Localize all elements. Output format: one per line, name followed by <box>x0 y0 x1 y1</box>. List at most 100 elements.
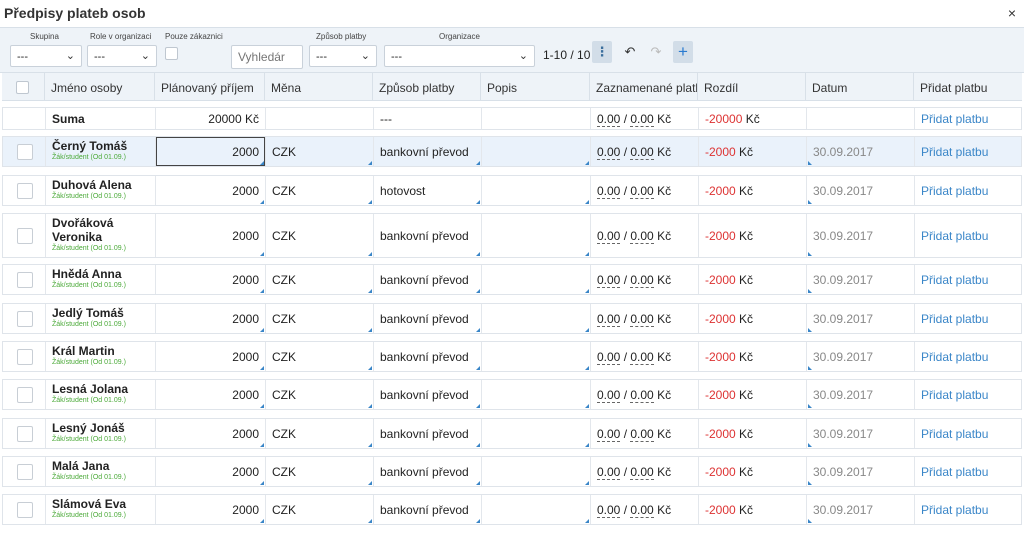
table-row[interactable]: Dvořáková Veronika Žák/student (Od 01.09… <box>2 213 1022 258</box>
recorded-a[interactable]: 0.00 <box>597 349 621 365</box>
row-method-cell[interactable]: bankovní převod <box>373 137 481 166</box>
add-payment-link[interactable]: Přidat platbu <box>921 503 988 517</box>
row-date-cell[interactable]: 30.09.2017 <box>806 495 914 524</box>
zpusob-select[interactable]: --- ⌄ <box>309 45 377 67</box>
recorded-a[interactable]: 0.00 <box>597 464 621 480</box>
row-method-cell[interactable]: bankovní převod <box>373 380 481 409</box>
add-payment-link[interactable]: Přidat platbu <box>921 229 988 243</box>
col-zaznamenane[interactable]: Zaznamenané platb <box>589 73 697 101</box>
row-checkbox[interactable] <box>17 386 33 403</box>
row-date-cell[interactable]: 30.09.2017 <box>806 457 914 486</box>
row-planned-cell[interactable]: 2000 <box>155 137 265 166</box>
recorded-b[interactable]: 0.00 <box>630 502 654 518</box>
row-method-cell[interactable]: bankovní převod <box>373 304 481 333</box>
row-checkbox[interactable] <box>17 348 33 365</box>
row-currency-cell[interactable]: CZK <box>265 380 373 409</box>
table-row[interactable]: Jedlý Tomáš Žák/student (Od 01.09.) 2000… <box>2 303 1022 334</box>
recorded-b[interactable]: 0.00 <box>630 272 654 288</box>
row-currency-cell[interactable]: CZK <box>265 214 373 257</box>
recorded-a[interactable]: 0.00 <box>597 502 621 518</box>
kebab-icon[interactable]: ⋮ <box>592 41 612 63</box>
recorded-a[interactable]: 0.00 <box>597 144 621 160</box>
row-method-cell[interactable]: bankovní převod <box>373 457 481 486</box>
add-payment-link[interactable]: Přidat platbu <box>921 184 988 198</box>
search-input[interactable] <box>231 45 303 69</box>
recorded-a[interactable]: 0.00 <box>597 272 621 288</box>
recorded-a[interactable]: 0.00 <box>597 311 621 327</box>
recorded-b[interactable]: 0.00 <box>630 464 654 480</box>
row-date-cell[interactable]: 30.09.2017 <box>806 380 914 409</box>
recorded-b[interactable]: 0.00 <box>630 183 654 199</box>
add-payment-link[interactable]: Přidat platbu <box>921 350 988 364</box>
row-planned-cell[interactable]: 2000 <box>155 380 265 409</box>
col-rozdil[interactable]: Rozdíl <box>697 73 805 101</box>
row-checkbox[interactable] <box>17 143 33 160</box>
row-popis-cell[interactable] <box>481 304 590 333</box>
row-method-cell[interactable]: bankovní převod <box>373 214 481 257</box>
add-payment-link[interactable]: Přidat platbu <box>921 388 988 402</box>
row-currency-cell[interactable]: CZK <box>265 137 373 166</box>
col-popis[interactable]: Popis <box>480 73 589 101</box>
row-currency-cell[interactable]: CZK <box>265 304 373 333</box>
row-planned-cell[interactable]: 2000 <box>155 304 265 333</box>
table-row[interactable]: Duhová Alena Žák/student (Od 01.09.) 200… <box>2 175 1022 206</box>
add-payment-link[interactable]: Přidat platbu <box>921 465 988 479</box>
col-mena[interactable]: Měna <box>264 73 372 101</box>
row-method-cell[interactable]: bankovní převod <box>373 342 481 371</box>
plus-icon[interactable]: + <box>673 41 693 63</box>
row-date-cell[interactable]: 30.09.2017 <box>806 137 914 166</box>
table-row[interactable]: Černý Tomáš Žák/student (Od 01.09.) 2000… <box>2 136 1022 167</box>
close-icon[interactable]: × <box>1008 5 1016 21</box>
row-planned-cell[interactable]: 2000 <box>155 265 265 294</box>
row-date-cell[interactable]: 30.09.2017 <box>806 214 914 257</box>
col-planovany[interactable]: Plánovaný příjem <box>154 73 264 101</box>
row-planned-cell[interactable]: 2000 <box>155 176 265 205</box>
row-checkbox[interactable] <box>17 227 33 244</box>
table-row[interactable]: Slámová Eva Žák/student (Od 01.09.) 2000… <box>2 494 1022 525</box>
row-date-cell[interactable]: 30.09.2017 <box>806 419 914 448</box>
sum-recorded-a[interactable]: 0.00 <box>597 111 621 127</box>
row-currency-cell[interactable]: CZK <box>265 265 373 294</box>
organizace-select[interactable]: --- ⌄ <box>384 45 535 67</box>
sum-recorded-b[interactable]: 0.00 <box>630 111 654 127</box>
recorded-a[interactable]: 0.00 <box>597 387 621 403</box>
row-planned-cell[interactable]: 2000 <box>155 495 265 524</box>
skupina-select[interactable]: --- ⌄ <box>10 45 82 67</box>
row-date-cell[interactable]: 30.09.2017 <box>806 176 914 205</box>
recorded-b[interactable]: 0.00 <box>630 311 654 327</box>
row-checkbox[interactable] <box>17 271 33 288</box>
recorded-b[interactable]: 0.00 <box>630 387 654 403</box>
row-method-cell[interactable]: bankovní převod <box>373 419 481 448</box>
recorded-a[interactable]: 0.00 <box>597 228 621 244</box>
undo-icon[interactable]: ↶ <box>620 41 640 63</box>
table-row[interactable]: Lesný Jonáš Žák/student (Od 01.09.) 2000… <box>2 418 1022 449</box>
add-payment-link[interactable]: Přidat platbu <box>921 427 988 441</box>
sum-add-payment-link[interactable]: Přidat platbu <box>921 112 988 126</box>
row-popis-cell[interactable] <box>481 419 590 448</box>
recorded-a[interactable]: 0.00 <box>597 183 621 199</box>
row-planned-cell[interactable]: 2000 <box>155 214 265 257</box>
row-checkbox[interactable] <box>17 425 33 442</box>
recorded-b[interactable]: 0.00 <box>630 426 654 442</box>
row-currency-cell[interactable]: CZK <box>265 342 373 371</box>
row-checkbox[interactable] <box>17 463 33 480</box>
row-checkbox[interactable] <box>17 501 33 518</box>
row-checkbox[interactable] <box>17 182 33 199</box>
select-all-checkbox[interactable] <box>16 81 29 94</box>
table-row[interactable]: Malá Jana Žák/student (Od 01.09.) 2000 C… <box>2 456 1022 487</box>
row-popis-cell[interactable] <box>481 214 590 257</box>
row-date-cell[interactable]: 30.09.2017 <box>806 342 914 371</box>
col-jmeno[interactable]: Jméno osoby <box>44 73 154 101</box>
add-payment-link[interactable]: Přidat platbu <box>921 273 988 287</box>
row-popis-cell[interactable] <box>481 380 590 409</box>
row-currency-cell[interactable]: CZK <box>265 495 373 524</box>
recorded-b[interactable]: 0.00 <box>630 144 654 160</box>
table-row[interactable]: Hnědá Anna Žák/student (Od 01.09.) 2000 … <box>2 264 1022 295</box>
role-select[interactable]: --- ⌄ <box>87 45 157 67</box>
col-datum[interactable]: Datum <box>805 73 913 101</box>
add-payment-link[interactable]: Přidat platbu <box>921 145 988 159</box>
recorded-b[interactable]: 0.00 <box>630 349 654 365</box>
row-method-cell[interactable]: hotovost <box>373 176 481 205</box>
row-checkbox[interactable] <box>17 310 33 327</box>
row-currency-cell[interactable]: CZK <box>265 419 373 448</box>
